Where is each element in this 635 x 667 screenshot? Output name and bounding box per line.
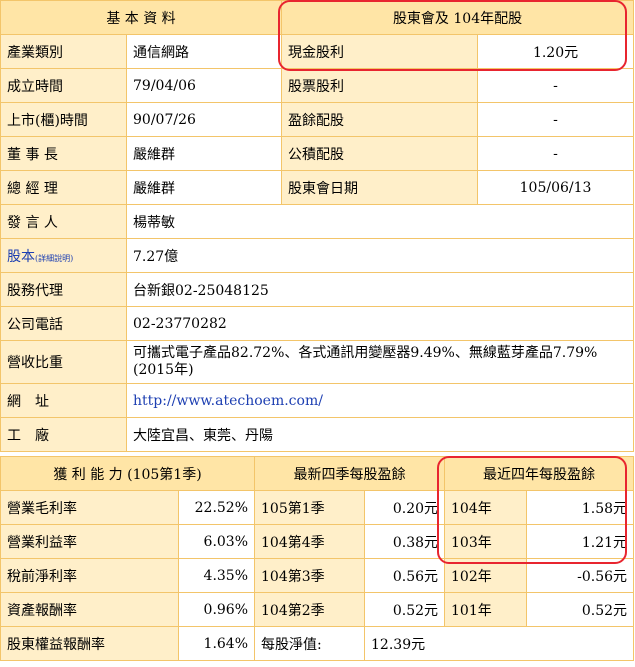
cash-dividend-label: 現金股利 [281, 34, 479, 69]
cash-dividend-value: 1.20元 [477, 34, 635, 69]
phone-label: 公司電話 [0, 306, 127, 341]
meeting-date-value: 105/06/13 [477, 170, 635, 205]
stock-dividend-value: - [477, 68, 635, 103]
q4-value: 0.52元 [364, 592, 446, 627]
y2-label: 103年 [444, 524, 528, 559]
capital-value: 7.27億 [125, 238, 635, 273]
revenue-mix-value: 可攜式電子產品82.72%、各式通訊用變壓器9.49%、無線藍芽產品7.79% … [125, 340, 635, 384]
website-cell: http://www.atechoem.com/ [125, 383, 635, 418]
website-link[interactable]: http://www.atechoem.com/ [133, 393, 323, 409]
q1-label: 105第1季 [254, 490, 366, 525]
y1-label: 104年 [444, 490, 528, 525]
capital-detail-link[interactable]: (詳細說明) [35, 254, 73, 263]
dividend-header: 股東會及 104年配股 [281, 0, 635, 35]
y4-label: 101年 [444, 592, 528, 627]
nav-label: 每股淨值: [254, 626, 366, 661]
gross-margin-value: 22.52% [177, 490, 256, 525]
capital-link[interactable]: 股本 [7, 249, 35, 265]
registrar-value: 台新銀02-25048125 [125, 272, 635, 307]
q4-label: 104第2季 [254, 592, 366, 627]
reserve-stock-value: - [477, 136, 635, 171]
pretax-margin-value: 4.35% [177, 558, 256, 593]
q2-value: 0.38元 [364, 524, 446, 559]
website-label: 網 址 [0, 383, 127, 418]
company-profile: 基 本 資 料 股東會及 104年配股 產業類別 通信網路 現金股利 1.20元… [0, 0, 635, 667]
capital-label-cell: 股本(詳細說明) [0, 238, 127, 273]
founded-label: 成立時間 [0, 68, 127, 103]
basic-info-table: 基 本 資 料 股東會及 104年配股 產業類別 通信網路 現金股利 1.20元… [0, 0, 635, 452]
profit-header: 獲 利 能 力 (105第1季) [0, 456, 256, 491]
factory-value: 大陸宜昌、東莞、丹陽 [125, 417, 635, 452]
phone-value: 02-23770282 [125, 306, 635, 341]
pretax-margin-label: 稅前淨利率 [0, 558, 179, 593]
y3-label: 102年 [444, 558, 528, 593]
reserve-stock-label: 公積配股 [281, 136, 479, 171]
gross-margin-label: 營業毛利率 [0, 490, 179, 525]
nav-value: 12.39元 [364, 626, 635, 661]
quarter-eps-header: 最新四季每股盈餘 [254, 456, 446, 491]
chairman-value: 嚴維群 [125, 136, 283, 171]
y2-value: 1.21元 [526, 524, 635, 559]
spokesperson-value: 楊蒂敏 [125, 204, 635, 239]
y4-value: 0.52元 [526, 592, 635, 627]
stock-dividend-label: 股票股利 [281, 68, 479, 103]
industry-label: 產業類別 [0, 34, 127, 69]
q2-label: 104第4季 [254, 524, 366, 559]
operating-margin-value: 6.03% [177, 524, 256, 559]
earnings-stock-value: - [477, 102, 635, 137]
q1-value: 0.20元 [364, 490, 446, 525]
roe-label: 股東權益報酬率 [0, 626, 179, 661]
revenue-mix-label: 營收比重 [0, 340, 127, 384]
spokesperson-label: 發 言 人 [0, 204, 127, 239]
q3-label: 104第3季 [254, 558, 366, 593]
profit-eps-table: 獲 利 能 力 (105第1季) 最新四季每股盈餘 最近四年每股盈餘 營業毛利率… [0, 456, 635, 661]
roe-value: 1.64% [177, 626, 256, 661]
y1-value: 1.58元 [526, 490, 635, 525]
registrar-label: 股務代理 [0, 272, 127, 307]
founded-value: 79/04/06 [125, 68, 283, 103]
roa-label: 資產報酬率 [0, 592, 179, 627]
roa-value: 0.96% [177, 592, 256, 627]
annual-eps-header: 最近四年每股盈餘 [444, 456, 635, 491]
basic-header: 基 本 資 料 [0, 0, 283, 35]
y3-value: -0.56元 [526, 558, 635, 593]
q3-value: 0.56元 [364, 558, 446, 593]
listed-label: 上市(櫃)時間 [0, 102, 127, 137]
industry-value: 通信網路 [125, 34, 283, 69]
listed-value: 90/07/26 [125, 102, 283, 137]
operating-margin-label: 營業利益率 [0, 524, 179, 559]
chairman-label: 董 事 長 [0, 136, 127, 171]
meeting-date-label: 股東會日期 [281, 170, 479, 205]
earnings-stock-label: 盈餘配股 [281, 102, 479, 137]
gm-label: 總 經 理 [0, 170, 127, 205]
gm-value: 嚴維群 [125, 170, 283, 205]
factory-label: 工 廠 [0, 417, 127, 452]
